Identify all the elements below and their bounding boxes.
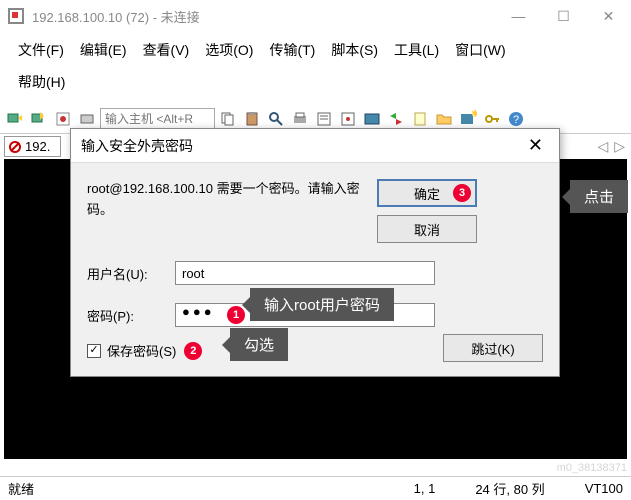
find-icon[interactable] bbox=[265, 108, 287, 130]
password-dialog: 输入安全外壳密码 ✕ root@192.168.100.10 需要一个密码。请输… bbox=[70, 128, 560, 377]
skip-button[interactable]: 跳过(K) bbox=[443, 334, 543, 362]
status-size: 24 行, 80 列 bbox=[475, 479, 544, 498]
menubar: 文件(F) 编辑(E) 查看(V) 选项(O) 传输(T) 脚本(S) 工具(L… bbox=[0, 32, 631, 68]
dialog-prompt: root@192.168.100.10 需要一个密码。请输入密码。 bbox=[87, 179, 367, 221]
dialog-close-button[interactable]: ✕ bbox=[522, 135, 549, 156]
menu-file[interactable]: 文件(F) bbox=[10, 36, 72, 64]
callout-password: 输入root用户密码 bbox=[250, 288, 394, 321]
menu-edit[interactable]: 编辑(E) bbox=[72, 36, 135, 64]
save-password-label: 保存密码(S) bbox=[107, 341, 176, 360]
dialog-titlebar: 输入安全外壳密码 ✕ bbox=[71, 129, 559, 163]
statusbar: 就绪 1, 1 24 行, 80 列 VT100 bbox=[0, 476, 631, 500]
status-ready: 就绪 bbox=[8, 479, 34, 498]
script-icon[interactable] bbox=[409, 108, 431, 130]
host-input[interactable] bbox=[100, 108, 215, 130]
callout-check: 勾选 bbox=[230, 328, 288, 361]
svg-text:?: ? bbox=[513, 114, 519, 126]
connect-icon[interactable] bbox=[4, 108, 26, 130]
skip-button-label: 跳过(K) bbox=[471, 339, 514, 358]
transfer-icon[interactable] bbox=[385, 108, 407, 130]
menu-tools[interactable]: 工具(L) bbox=[386, 36, 447, 64]
window-controls: — ☐ ✕ bbox=[496, 0, 631, 32]
dialog-body: root@192.168.100.10 需要一个密码。请输入密码。 确定 3 取… bbox=[71, 163, 559, 376]
callout-ok: 点击 bbox=[570, 180, 628, 213]
folder-icon[interactable] bbox=[433, 108, 455, 130]
window-title: 192.168.100.10 (72) - 未连接 bbox=[32, 7, 496, 26]
key-icon[interactable] bbox=[481, 108, 503, 130]
disconnect-icon[interactable] bbox=[76, 108, 98, 130]
session-tab[interactable]: 192. bbox=[4, 136, 61, 157]
maximize-button[interactable]: ☐ bbox=[541, 0, 586, 32]
reconnect-icon[interactable] bbox=[52, 108, 74, 130]
tab-next-button[interactable]: ▷ bbox=[612, 138, 627, 155]
menubar-2: 帮助(H) bbox=[0, 68, 631, 100]
properties-icon[interactable] bbox=[313, 108, 335, 130]
menu-script[interactable]: 脚本(S) bbox=[323, 36, 386, 64]
username-input[interactable] bbox=[175, 261, 435, 285]
copy-icon[interactable] bbox=[217, 108, 239, 130]
checkmark-icon: ✓ bbox=[89, 345, 98, 356]
titlebar: 192.168.100.10 (72) - 未连接 — ☐ ✕ bbox=[0, 0, 631, 32]
cancel-button-label: 取消 bbox=[414, 220, 440, 239]
watermark: m0_38138371 bbox=[557, 462, 627, 474]
app-icon bbox=[8, 8, 24, 24]
badge-2: 2 bbox=[184, 342, 202, 360]
password-value: ●●● bbox=[182, 304, 215, 319]
status-terminal-type: VT100 bbox=[585, 481, 623, 496]
new-session-icon[interactable]: ✱ bbox=[457, 108, 479, 130]
help-icon[interactable]: ? bbox=[505, 108, 527, 130]
session-tab-label: 192. bbox=[25, 139, 50, 154]
settings-icon[interactable] bbox=[337, 108, 359, 130]
tab-nav: ◁ ▷ bbox=[595, 138, 627, 155]
username-label: 用户名(U): bbox=[87, 264, 167, 283]
minimize-button[interactable]: — bbox=[496, 0, 541, 32]
print-icon[interactable] bbox=[289, 108, 311, 130]
badge-3: 3 bbox=[453, 184, 471, 202]
dialog-title-label: 输入安全外壳密码 bbox=[81, 136, 193, 156]
ok-button-label: 确定 bbox=[414, 184, 440, 203]
tab-status-icon bbox=[9, 141, 21, 153]
session-icon[interactable] bbox=[361, 108, 383, 130]
status-position: 1, 1 bbox=[414, 481, 436, 496]
svg-text:✱: ✱ bbox=[471, 110, 477, 120]
quick-connect-icon[interactable] bbox=[28, 108, 50, 130]
close-window-button[interactable]: ✕ bbox=[586, 0, 631, 32]
menu-help[interactable]: 帮助(H) bbox=[10, 68, 73, 96]
menu-options[interactable]: 选项(O) bbox=[197, 36, 261, 64]
menu-window[interactable]: 窗口(W) bbox=[447, 36, 514, 64]
password-label: 密码(P): bbox=[87, 306, 167, 325]
save-password-checkbox[interactable]: ✓ bbox=[87, 344, 101, 358]
paste-icon[interactable] bbox=[241, 108, 263, 130]
tab-prev-button[interactable]: ◁ bbox=[595, 138, 610, 155]
cancel-button[interactable]: 取消 bbox=[377, 215, 477, 243]
menu-view[interactable]: 查看(V) bbox=[135, 36, 198, 64]
menu-transfer[interactable]: 传输(T) bbox=[261, 36, 323, 64]
ok-button[interactable]: 确定 3 bbox=[377, 179, 477, 207]
